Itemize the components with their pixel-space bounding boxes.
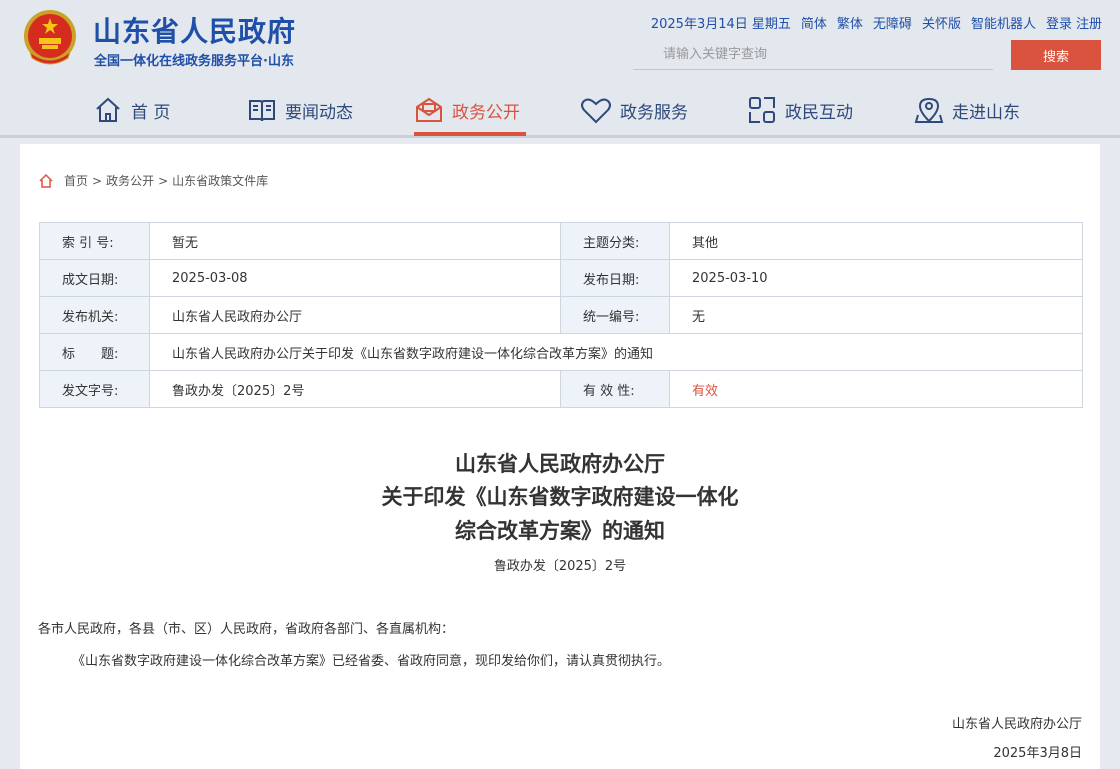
nav-label-gov-affairs: 政务公开 bbox=[452, 102, 520, 123]
nav-label-interaction: 政民互动 bbox=[785, 102, 853, 123]
index-number-value: 暂无 bbox=[149, 222, 561, 260]
home-icon[interactable] bbox=[38, 173, 54, 189]
active-nav-indicator bbox=[414, 132, 526, 136]
nav-label-home: 首 页 bbox=[131, 102, 171, 123]
nav-item-services[interactable]: 政务服务 bbox=[580, 92, 688, 128]
unified-number-label: 统一编号: bbox=[560, 296, 670, 334]
nav-item-news[interactable]: 要闻动态 bbox=[247, 92, 353, 128]
table-row: 成文日期: 2025-03-08 发布日期: 2025-03-10 bbox=[39, 259, 1083, 297]
publish-date-label: 发布日期: bbox=[560, 259, 670, 297]
topic-label: 主题分类: bbox=[560, 222, 670, 260]
document-info-table: 索 引 号: 暂无 主题分类: 其他 成文日期: 2025-03-08 发布日期… bbox=[39, 222, 1083, 408]
nav-label-news: 要闻动态 bbox=[285, 102, 353, 123]
simplified-link[interactable]: 简体 bbox=[801, 13, 827, 32]
chatbot-link[interactable]: 智能机器人 bbox=[971, 13, 1036, 32]
heart-icon bbox=[581, 98, 611, 124]
breadcrumb-home[interactable]: 首页 bbox=[64, 172, 88, 189]
location-icon bbox=[914, 97, 944, 123]
issuer-value: 山东省人民政府办公厅 bbox=[149, 296, 561, 334]
nav-label-shandong: 走进山东 bbox=[952, 102, 1020, 123]
breadcrumb-separator: > bbox=[158, 173, 169, 188]
register-link[interactable]: 注册 bbox=[1076, 13, 1102, 32]
elderly-mode-link[interactable]: 关怀版 bbox=[922, 13, 961, 32]
header-divider bbox=[0, 135, 1120, 138]
nav-item-gov-affairs[interactable]: 政务公开 bbox=[414, 92, 520, 128]
top-links-bar: 2025年3月14日 星期五 简体 繁体 无障碍 关怀版 智能机器人 登录 注册 bbox=[651, 13, 1102, 32]
breadcrumb-separator: > bbox=[92, 173, 103, 188]
login-link[interactable]: 登录 bbox=[1046, 13, 1072, 32]
breadcrumb-gov-affairs[interactable]: 政务公开 bbox=[106, 172, 154, 189]
traditional-link[interactable]: 繁体 bbox=[837, 13, 863, 32]
interaction-icon bbox=[749, 97, 775, 123]
table-row: 索 引 号: 暂无 主题分类: 其他 bbox=[39, 222, 1083, 260]
unified-number-value: 无 bbox=[669, 296, 1083, 334]
document-salutation: 各市人民政府，各县（市、区）人民政府，省政府各部门、各直属机构： bbox=[38, 622, 455, 637]
document-number: 鲁政办发〔2025〕2号 bbox=[493, 559, 627, 574]
nav-item-interaction[interactable]: 政民互动 bbox=[747, 92, 853, 128]
mail-icon bbox=[416, 97, 442, 122]
site-title[interactable]: 山东省人民政府 bbox=[93, 10, 296, 50]
main-nav: 首 页 要闻动态 政务公开 政务服务 政民互动 走进山东 bbox=[0, 88, 1120, 134]
document-title-line-2: 关于印发《山东省数字政府建设一体化 bbox=[381, 485, 739, 509]
doc-number-label: 发文字号: bbox=[39, 370, 150, 408]
title-value: 山东省人民政府办公厅关于印发《山东省数字政府建设一体化综合改革方案》的通知 bbox=[149, 333, 1083, 371]
accessibility-link[interactable]: 无障碍 bbox=[873, 13, 912, 32]
document-title-line-1: 山东省人民政府办公厅 bbox=[455, 452, 665, 476]
home-icon bbox=[96, 97, 120, 122]
title-label: 标 题: bbox=[39, 333, 150, 371]
index-number-label: 索 引 号: bbox=[39, 222, 150, 260]
search-input[interactable] bbox=[633, 40, 993, 70]
doc-number-value: 鲁政办发〔2025〕2号 bbox=[149, 370, 561, 408]
issuer-label: 发布机关: bbox=[39, 296, 150, 334]
validity-label: 有 效 性: bbox=[560, 370, 670, 408]
national-emblem-icon bbox=[24, 10, 76, 65]
table-row: 标 题: 山东省人民政府办公厅关于印发《山东省数字政府建设一体化综合改革方案》的… bbox=[39, 333, 1083, 371]
nav-item-shandong[interactable]: 走进山东 bbox=[914, 92, 1020, 128]
nav-item-home[interactable]: 首 页 bbox=[93, 92, 170, 128]
book-icon bbox=[249, 100, 275, 122]
table-row: 发布机关: 山东省人民政府办公厅 统一编号: 无 bbox=[39, 296, 1083, 334]
table-row: 发文字号: 鲁政办发〔2025〕2号 有 效 性: 有效 bbox=[39, 370, 1083, 408]
search-button[interactable]: 搜索 bbox=[1011, 40, 1101, 70]
publish-date-value: 2025-03-10 bbox=[669, 259, 1083, 297]
site-subtitle: 全国一体化在线政务服务平台·山东 bbox=[94, 54, 294, 69]
written-date-value: 2025-03-08 bbox=[149, 259, 561, 297]
breadcrumb: 首页 > 政务公开 > 山东省政策文件库 bbox=[38, 172, 268, 189]
document-body: 《山东省数字政府建设一体化综合改革方案》已经省委、省政府同意，现印发给你们，请认… bbox=[72, 654, 671, 669]
written-date-label: 成文日期: bbox=[39, 259, 150, 297]
document-sign-date: 2025年3月8日 bbox=[993, 746, 1082, 761]
breadcrumb-policy-library[interactable]: 山东省政策文件库 bbox=[172, 172, 268, 189]
document-signature: 山东省人民政府办公厅 bbox=[951, 717, 1082, 732]
nav-label-services: 政务服务 bbox=[620, 102, 688, 123]
topic-value: 其他 bbox=[669, 222, 1083, 260]
current-date: 2025年3月14日 星期五 bbox=[650, 17, 791, 32]
validity-value: 有效 bbox=[669, 370, 1083, 408]
document-title-line-3: 综合改革方案》的通知 bbox=[455, 519, 665, 543]
